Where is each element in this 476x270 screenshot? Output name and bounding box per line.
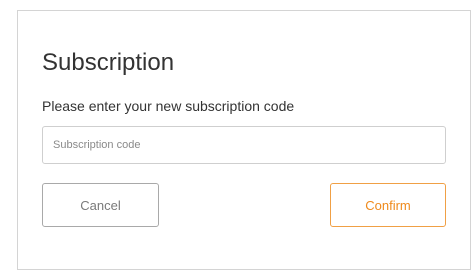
confirm-button[interactable]: Confirm — [330, 183, 446, 227]
dialog-prompt: Please enter your new subscription code — [42, 98, 295, 114]
dialog-title: Subscription — [42, 49, 175, 76]
cancel-button[interactable]: Cancel — [42, 183, 159, 227]
subscription-code-input[interactable] — [42, 126, 446, 164]
subscription-dialog: Subscription Please enter your new subsc… — [17, 10, 471, 270]
